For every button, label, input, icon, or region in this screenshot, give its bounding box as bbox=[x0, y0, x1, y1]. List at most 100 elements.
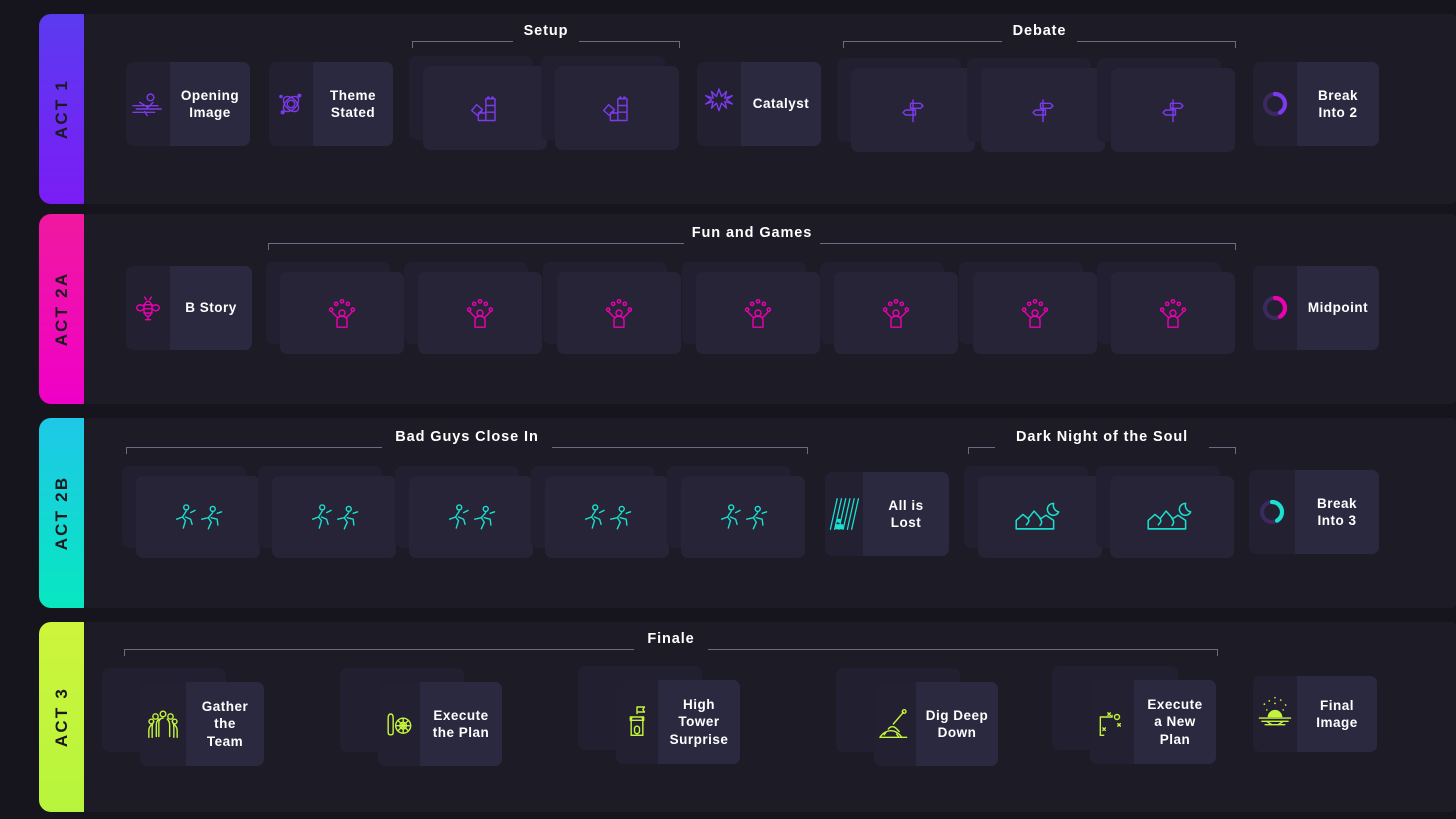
bracket-label: Finale bbox=[647, 631, 695, 647]
bracket-label: Bad Guys Close In bbox=[395, 429, 539, 445]
running-figures-icon bbox=[545, 476, 669, 558]
beat-card-fun-and-games-beat-6[interactable] bbox=[973, 272, 1097, 354]
beat-card-bad-guys-beat-4[interactable] bbox=[545, 476, 669, 558]
bracket-tick-right bbox=[807, 447, 808, 454]
beat-card-dark-night-beat-2[interactable] bbox=[1110, 476, 1234, 558]
bracket-line-right bbox=[1076, 41, 1236, 42]
bracket-label: Setup bbox=[523, 23, 569, 39]
beat-card-fun-and-games-beat-1[interactable] bbox=[280, 272, 404, 354]
building-blocks-icon bbox=[423, 66, 547, 150]
beat-card-label: Final Image bbox=[1316, 697, 1358, 730]
bracket-label: Fun and Games bbox=[691, 225, 813, 241]
bracket-tick-right bbox=[1217, 649, 1218, 656]
beat-card-label-pane: Midpoint bbox=[1297, 266, 1379, 350]
beat-card-label: B Story bbox=[185, 300, 237, 316]
beat-card-execute-a-new-plan[interactable]: Execute a New Plan bbox=[1090, 680, 1216, 764]
bracket-line-left bbox=[268, 243, 685, 244]
beat-card-all-is-lost[interactable]: All is Lost bbox=[825, 472, 949, 556]
playbook-icon bbox=[1090, 680, 1134, 764]
act-tab-act-2a[interactable]: ACT 2A bbox=[39, 214, 84, 404]
sunrise-icon bbox=[126, 62, 170, 146]
beat-card-fun-and-games-beat-5[interactable] bbox=[834, 272, 958, 354]
bracket-tick-right bbox=[1235, 41, 1236, 48]
watermark: Save the Cat beat sheet bbox=[1347, 186, 1388, 190]
bracket-line-left bbox=[124, 649, 634, 650]
beat-card-label: All is Lost bbox=[888, 497, 924, 530]
bracket-tick-left bbox=[968, 447, 969, 454]
beat-card-final-image[interactable]: Final Image bbox=[1253, 676, 1377, 752]
act-tab-act-2b[interactable]: ACT 2B bbox=[39, 418, 84, 608]
beat-card-bad-guys-beat-1[interactable] bbox=[136, 476, 260, 558]
tower-flag-icon bbox=[616, 680, 658, 764]
bracket-fun-and-games: Fun and Games bbox=[268, 225, 1236, 250]
beat-card-break-into-3[interactable]: Break Into 3 bbox=[1249, 470, 1379, 554]
beat-card-bad-guys-beat-5[interactable] bbox=[681, 476, 805, 558]
signpost-icon bbox=[981, 68, 1105, 152]
beat-card-execute-the-plan[interactable]: Execute the Plan bbox=[378, 682, 502, 766]
act-tab-act-1[interactable]: ACT 1 bbox=[39, 14, 84, 204]
beat-card-label-pane: Final Image bbox=[1297, 676, 1377, 752]
team-icon bbox=[140, 682, 186, 766]
running-figures-icon bbox=[136, 476, 260, 558]
beat-card-debate-beat-1[interactable] bbox=[851, 68, 975, 152]
bracket-bad-guys-close-in: Bad Guys Close In bbox=[126, 429, 808, 454]
bracket-label: Debate bbox=[1012, 23, 1067, 39]
juggler-icon bbox=[973, 272, 1097, 354]
bracket-line-right bbox=[708, 649, 1218, 650]
beat-card-fun-and-games-beat-2[interactable] bbox=[418, 272, 542, 354]
beat-card-debate-beat-3[interactable] bbox=[1111, 68, 1235, 152]
bracket-tick-left bbox=[843, 41, 844, 48]
bracket-line-left bbox=[843, 41, 1003, 42]
juggler-icon bbox=[557, 272, 681, 354]
bracket-finale: Finale bbox=[124, 631, 1218, 656]
beat-card-bad-guys-beat-2[interactable] bbox=[272, 476, 396, 558]
beat-card-label: Break Into 2 bbox=[1317, 87, 1359, 120]
bracket-line-right bbox=[819, 243, 1236, 244]
beat-sheet-board: ACT 1 Setup Debate Opening Image Theme State… bbox=[0, 0, 1456, 819]
moon-mountain-icon bbox=[1110, 476, 1234, 558]
bracket-tick-right bbox=[1235, 243, 1236, 250]
beat-card-label-pane: Execute the Plan bbox=[420, 682, 502, 766]
beat-card-label: Midpoint bbox=[1307, 300, 1369, 316]
beat-card-break-into-2[interactable]: Break Into 2 bbox=[1253, 62, 1379, 146]
beat-card-catalyst[interactable]: Catalyst bbox=[697, 62, 821, 146]
beat-card-label-pane: Gather the Team bbox=[186, 682, 264, 766]
beat-card-label: High Tower Surprise bbox=[669, 697, 729, 747]
beat-card-label: Execute a New Plan bbox=[1147, 697, 1203, 747]
bracket-line-left bbox=[412, 41, 514, 42]
bee-icon bbox=[126, 266, 170, 350]
beat-card-theme-stated[interactable]: Theme Stated bbox=[269, 62, 393, 146]
act-tab-label: ACT 1 bbox=[51, 78, 71, 140]
beat-card-debate-beat-2[interactable] bbox=[981, 68, 1105, 152]
beat-card-label: Break Into 3 bbox=[1316, 495, 1358, 528]
rain-icon bbox=[825, 472, 863, 556]
bracket-line-right bbox=[551, 447, 808, 448]
beat-card-fun-and-games-beat-3[interactable] bbox=[557, 272, 681, 354]
juggler-icon bbox=[834, 272, 958, 354]
beat-card-label: Gather the Team bbox=[201, 699, 249, 749]
beat-card-setup-beat-2[interactable] bbox=[555, 66, 679, 150]
bracket-tick-right bbox=[1235, 447, 1236, 454]
beat-card-label: Opening Image bbox=[180, 87, 240, 120]
beat-card-opening-image[interactable]: Opening Image bbox=[126, 62, 250, 146]
act-tab-act-3[interactable]: ACT 3 bbox=[39, 622, 84, 812]
beat-card-dig-deep-down[interactable]: Dig Deep Down bbox=[874, 682, 998, 766]
beat-card-midpoint[interactable]: Midpoint bbox=[1253, 266, 1379, 350]
bracket-tick-left bbox=[124, 649, 125, 656]
bracket-line-right bbox=[1208, 447, 1236, 448]
beat-card-label-pane: Break Into 3 bbox=[1295, 470, 1379, 554]
beat-card-dark-night-beat-1[interactable] bbox=[978, 476, 1102, 558]
bracket-tick-left bbox=[412, 41, 413, 48]
sunset-icon bbox=[1253, 676, 1297, 752]
beat-card-setup-beat-1[interactable] bbox=[423, 66, 547, 150]
shovel-icon bbox=[874, 682, 916, 766]
beat-card-b-story[interactable]: B Story bbox=[126, 266, 252, 350]
running-figures-icon bbox=[681, 476, 805, 558]
beat-card-fun-and-games-beat-4[interactable] bbox=[696, 272, 820, 354]
bracket-tick-left bbox=[268, 243, 269, 250]
bracket-debate: Debate bbox=[843, 23, 1236, 48]
beat-card-gather-the-team[interactable]: Gather the Team bbox=[140, 682, 264, 766]
beat-card-high-tower-surprise[interactable]: High Tower Surprise bbox=[616, 680, 740, 764]
beat-card-fun-and-games-beat-7[interactable] bbox=[1111, 272, 1235, 354]
beat-card-bad-guys-beat-3[interactable] bbox=[409, 476, 533, 558]
